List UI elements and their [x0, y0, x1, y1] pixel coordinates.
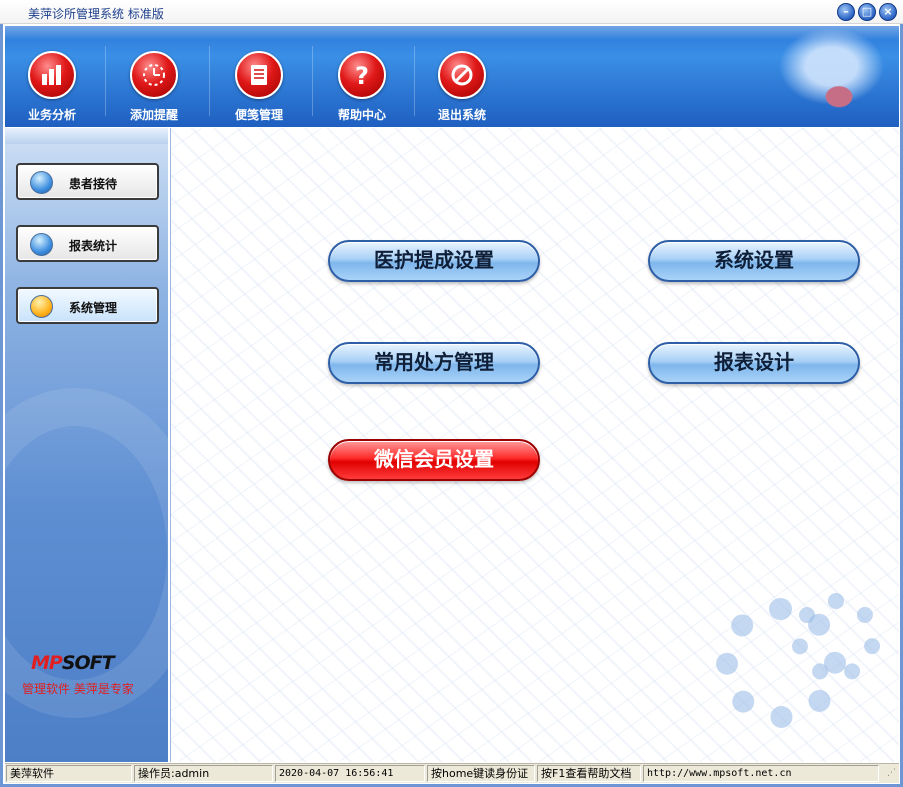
status-app-name: 美萍软件: [6, 765, 132, 782]
gear-icon: [791, 593, 881, 683]
status-bar: 美萍软件 操作员:admin 2020-04-07 16:56:41 按home…: [5, 763, 899, 783]
toolbar-exit-system[interactable]: 退出系统: [418, 26, 506, 127]
question-icon: ?: [338, 51, 386, 99]
toolbar-item-label: 退出系统: [437, 108, 486, 122]
toolbar-item-label: 添加提醒: [129, 108, 178, 122]
sidebar-item-system-management[interactable]: 系统管理: [16, 287, 159, 324]
orb-icon: [30, 171, 53, 194]
toolbar-add-reminder[interactable]: 添加提醒: [110, 26, 198, 127]
clock-icon: [130, 51, 178, 99]
toolbar-business-analysis[interactable]: 业务分析: [8, 26, 96, 127]
orb-icon: [30, 233, 53, 256]
toolbar-help-center[interactable]: ? 帮助中心: [318, 26, 406, 127]
system-settings-button[interactable]: 系统设置: [648, 240, 860, 282]
sidebar-item-label: 报表统计: [69, 239, 118, 253]
toolbar-separator: [209, 46, 210, 116]
sidebar-item-label: 系统管理: [69, 301, 118, 315]
orb-icon: [30, 295, 53, 318]
svg-text:?: ?: [355, 62, 369, 88]
mpsoft-logo: MPSOFT: [31, 652, 115, 674]
sidebar: 患者接待 报表统计 系统管理 MPSOFT 管理软件 美萍是专家: [5, 128, 168, 762]
window-title: 美萍诊所管理系统 标准版: [28, 7, 164, 21]
medical-commission-settings-button[interactable]: 医护提成设置: [328, 240, 540, 282]
status-f1-hint: 按F1查看帮助文档: [537, 765, 641, 782]
sidebar-item-patient-reception[interactable]: 患者接待: [16, 163, 159, 200]
sidebar-item-report-statistics[interactable]: 报表统计: [16, 225, 159, 262]
status-url: http://www.mpsoft.net.cn: [643, 765, 879, 782]
close-button[interactable]: ×: [879, 3, 897, 21]
main-panel: 医护提成设置 系统设置 常用处方管理 报表设计 微信会员设置: [170, 128, 899, 762]
toolbar-item-label: 业务分析: [27, 108, 76, 122]
resize-grip-icon[interactable]: ⋰: [887, 768, 896, 778]
minimize-button[interactable]: –: [837, 3, 855, 21]
common-prescription-button[interactable]: 常用处方管理: [328, 342, 540, 384]
notepad-icon: [235, 51, 283, 99]
toolbar-banner-art: [749, 26, 899, 127]
sidebar-item-label: 患者接待: [69, 177, 118, 191]
status-home-hint: 按home键读身份证: [427, 765, 535, 782]
sidebar-top-strip: [5, 128, 168, 144]
toolbar-separator: [105, 46, 106, 116]
main-toolbar: 业务分析 添加提醒 便笺管理 ? 帮助中心 退出系统: [5, 26, 899, 127]
bar-chart-icon: [28, 51, 76, 99]
toolbar-item-label: 便笺管理: [234, 108, 283, 122]
wechat-member-settings-button[interactable]: 微信会员设置: [328, 439, 540, 481]
title-bar: 美萍诊所管理系统 标准版 – □ ×: [0, 0, 903, 24]
toolbar-separator: [414, 46, 415, 116]
toolbar-item-label: 帮助中心: [337, 108, 386, 122]
slogan: 管理软件 美萍是专家: [22, 682, 134, 696]
toolbar-note-management[interactable]: 便笺管理: [215, 26, 303, 127]
status-datetime: 2020-04-07 16:56:41: [275, 765, 425, 782]
toolbar-separator: [312, 46, 313, 116]
status-operator: 操作员:admin: [134, 765, 273, 782]
report-design-button[interactable]: 报表设计: [648, 342, 860, 384]
maximize-button[interactable]: □: [858, 3, 876, 21]
exit-icon: [438, 51, 486, 99]
